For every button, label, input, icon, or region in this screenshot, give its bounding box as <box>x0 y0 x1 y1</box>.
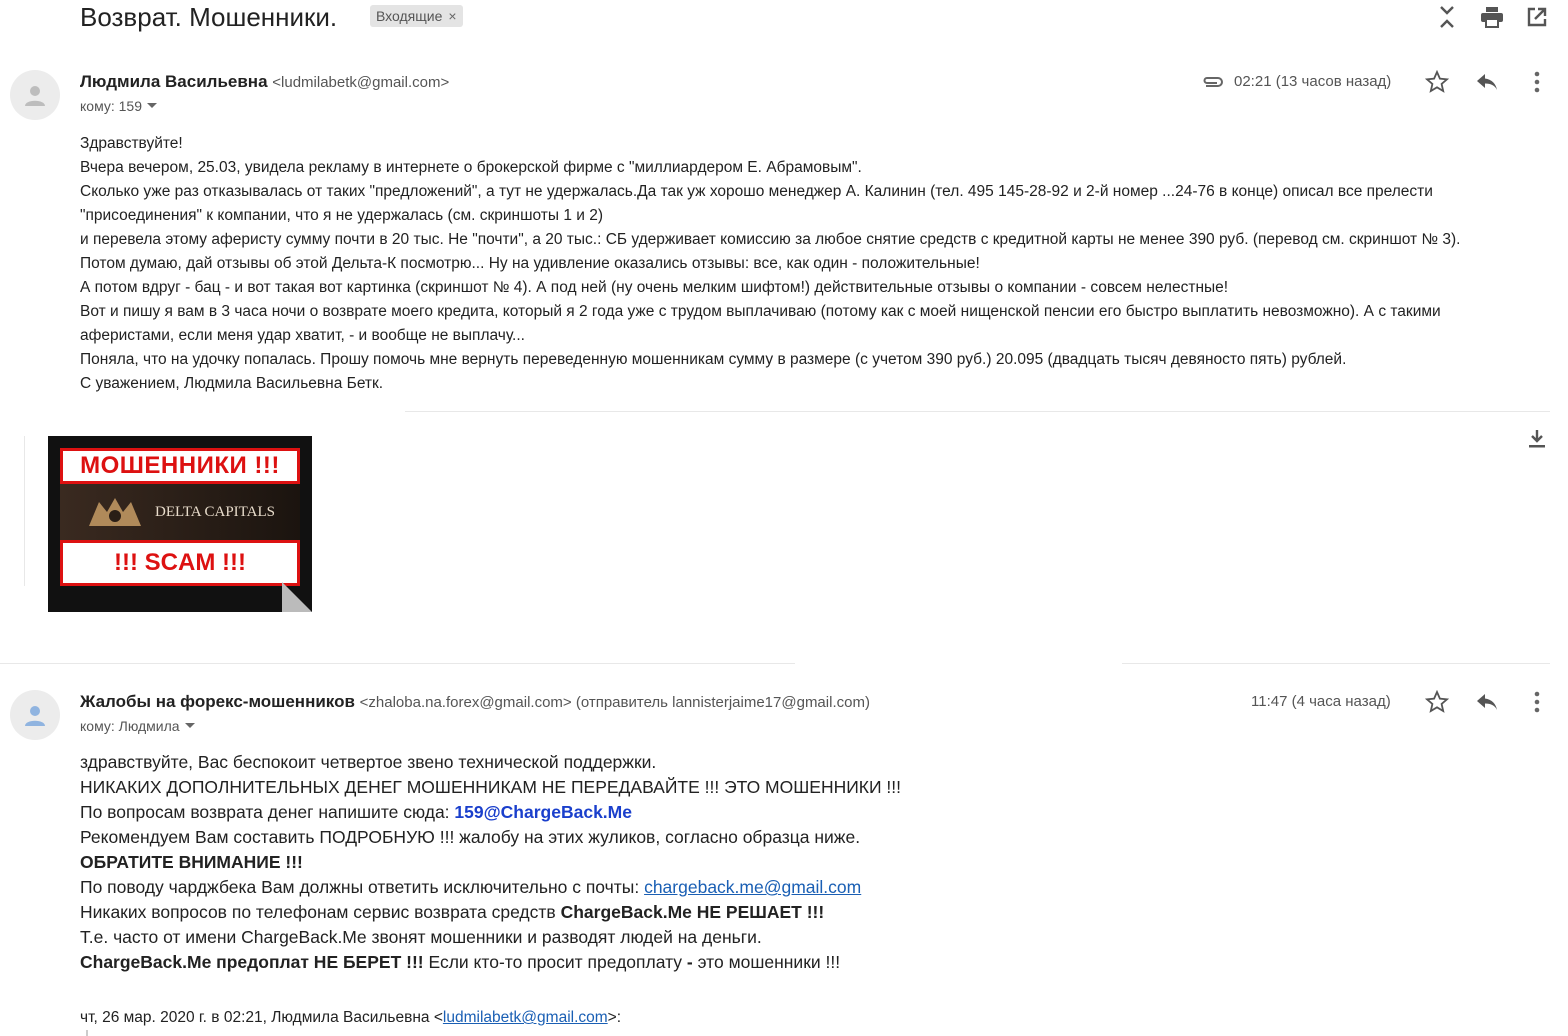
star-icon[interactable] <box>1424 689 1450 715</box>
body-bold-text: ChargeBack.Me НЕ РЕШАЕТ !!! <box>560 902 825 922</box>
body-line: ОБРАТИТЕ ВНИМАНИЕ !!! <box>80 852 303 872</box>
body-line: Вчера вечером, 25.03, увидела рекламу в … <box>80 159 862 176</box>
message-divider <box>0 663 795 664</box>
attachment-divider <box>405 411 1550 412</box>
body-line: Потом думаю, дай отзывы об этой Дельта-К… <box>80 255 980 272</box>
message-body: здравствуйте, Вас беспокоит четвертое зв… <box>80 750 1540 975</box>
collapse-icon[interactable] <box>1434 4 1460 30</box>
body-line: "присоединения" к компании, что я не уде… <box>80 207 604 224</box>
print-icon[interactable] <box>1479 4 1505 30</box>
body-line: Рекомендуем Вам составить ПОДРОБНУЮ !!! … <box>80 827 861 847</box>
sender-email: <ludmilabetk@gmail.com> <box>272 74 450 91</box>
recipient-text: кому: 159 <box>80 98 142 114</box>
body-line: аферистами, если меня удар хватит, - и в… <box>80 327 525 344</box>
body-line: здравствуйте, Вас беспокоит четвертое зв… <box>80 752 657 772</box>
recipient-dropdown[interactable]: кому: Людмила <box>80 718 196 734</box>
body-text: По поводу чарджбека Вам должны ответить … <box>80 877 645 897</box>
quoted-attribution: чт, 26 мар. 2020 г. в 02:21, Людмила Вас… <box>80 1009 621 1027</box>
sender-email: <zhaloba.na.forex@gmail.com> (отправител… <box>359 694 870 711</box>
message-divider <box>1122 663 1550 664</box>
recipient-dropdown[interactable]: кому: 159 <box>80 98 158 114</box>
quote-suffix: >: <box>607 1009 622 1026</box>
body-line: ChargeBack.Me предоплат НЕ БЕРЕТ !!! Есл… <box>80 950 1540 975</box>
recipient-text: кому: Людмила <box>80 718 180 734</box>
body-bold-text: ChargeBack.Me предоплат НЕ БЕРЕТ !!! <box>80 952 424 972</box>
attachment-top-text: МОШЕННИКИ !!! <box>60 448 300 484</box>
sender-line: Жалобы на форекс-мошенников <zhaloba.na.… <box>80 692 870 712</box>
email-subject: Возврат. Мошенники. <box>80 2 338 32</box>
message-body: Здравствуйте! Вчера вечером, 25.03, увид… <box>80 132 1540 396</box>
more-options-icon[interactable] <box>1524 689 1550 715</box>
body-text: Если кто-то просит предоплату <box>423 952 683 972</box>
sender-line: Людмила Васильевна <ludmilabetk@gmail.co… <box>80 72 449 92</box>
person-icon <box>25 86 45 106</box>
star-icon[interactable] <box>1424 69 1450 95</box>
body-line: Здравствуйте! <box>80 135 183 152</box>
body-text: это мошенники !!! <box>697 952 841 972</box>
attachment-brand-text: DELTA CAPITALS <box>155 503 275 520</box>
reply-icon[interactable] <box>1474 69 1500 95</box>
chargeback-email-link[interactable]: chargeback.me@gmail.com <box>644 877 861 897</box>
chevron-down-icon <box>184 723 195 728</box>
body-line: По поводу чарджбека Вам должны ответить … <box>80 875 1540 900</box>
body-line: НИКАКИХ ДОПОЛНИТЕЛЬНЫХ ДЕНЕГ МОШЕННИКАМ … <box>80 777 902 797</box>
body-line: С уважением, Людмила Васильевна Бетк. <box>80 375 384 392</box>
page-fold-corner <box>282 582 312 612</box>
open-new-window-icon[interactable] <box>1524 4 1550 30</box>
message-time: 02:21 (13 часов назад) <box>1234 73 1392 90</box>
quoted-email-link[interactable]: ludmilabetk@gmail.com <box>443 1009 608 1026</box>
label-chip-inbox[interactable]: Входящие × <box>370 5 463 27</box>
body-text: По вопросам возврата денег напишите сюда… <box>80 802 455 822</box>
attachment-bottom-text: !!! SCAM !!! <box>60 540 300 586</box>
attachment-clip-icon <box>1200 72 1226 97</box>
body-line: Сколько уже раз отказывалась от таких "п… <box>80 183 1433 200</box>
attachment-banner: DELTA CAPITALS <box>60 484 300 540</box>
body-line: По вопросам возврата денег напишите сюда… <box>80 800 1540 825</box>
chevron-down-icon <box>147 103 157 108</box>
download-icon[interactable] <box>1524 426 1550 452</box>
label-chip-text: Входящие <box>376 8 443 24</box>
body-bold-text: - <box>682 952 698 972</box>
attachment-thumbnail[interactable]: МОШЕННИКИ !!! DELTA CAPITALS !!! SCAM !!… <box>48 436 312 612</box>
attachment-border <box>24 436 25 586</box>
attachment-image: МОШЕННИКИ !!! DELTA CAPITALS !!! SCAM !!… <box>60 448 300 586</box>
body-line: А потом вдруг - бац - и вот такая вот ка… <box>80 279 1229 296</box>
person-icon <box>25 706 45 726</box>
avatar[interactable] <box>10 70 60 120</box>
avatar[interactable] <box>10 690 60 740</box>
remove-label-icon[interactable]: × <box>448 8 456 24</box>
griffin-logo-icon <box>89 498 141 526</box>
quote-prefix: чт, 26 мар. 2020 г. в 02:21, Людмила Вас… <box>80 1009 443 1026</box>
message-time: 11:47 (4 часа назад) <box>1251 693 1391 710</box>
reply-icon[interactable] <box>1474 689 1500 715</box>
more-options-icon[interactable] <box>1524 69 1550 95</box>
body-line: Поняла, что на удочку попалась. Прошу по… <box>80 351 1347 368</box>
support-email-link[interactable]: 159@ChargeBack.Me <box>454 802 632 822</box>
body-line: Никаких вопросов по телефонам сервис воз… <box>80 900 1540 925</box>
body-line: Т.е. часто от имени ChargeBack.Me звонят… <box>80 927 762 947</box>
body-text: Никаких вопросов по телефонам сервис воз… <box>80 902 561 922</box>
body-line: Вот и пишу я вам в 3 часа ночи о возврат… <box>80 303 1441 320</box>
quote-bar <box>86 1030 88 1036</box>
body-line: и перевела этому аферисту сумму почти в … <box>80 231 1461 248</box>
sender-name[interactable]: Жалобы на форекс-мошенников <box>80 692 355 711</box>
sender-name[interactable]: Людмила Васильевна <box>80 72 268 91</box>
